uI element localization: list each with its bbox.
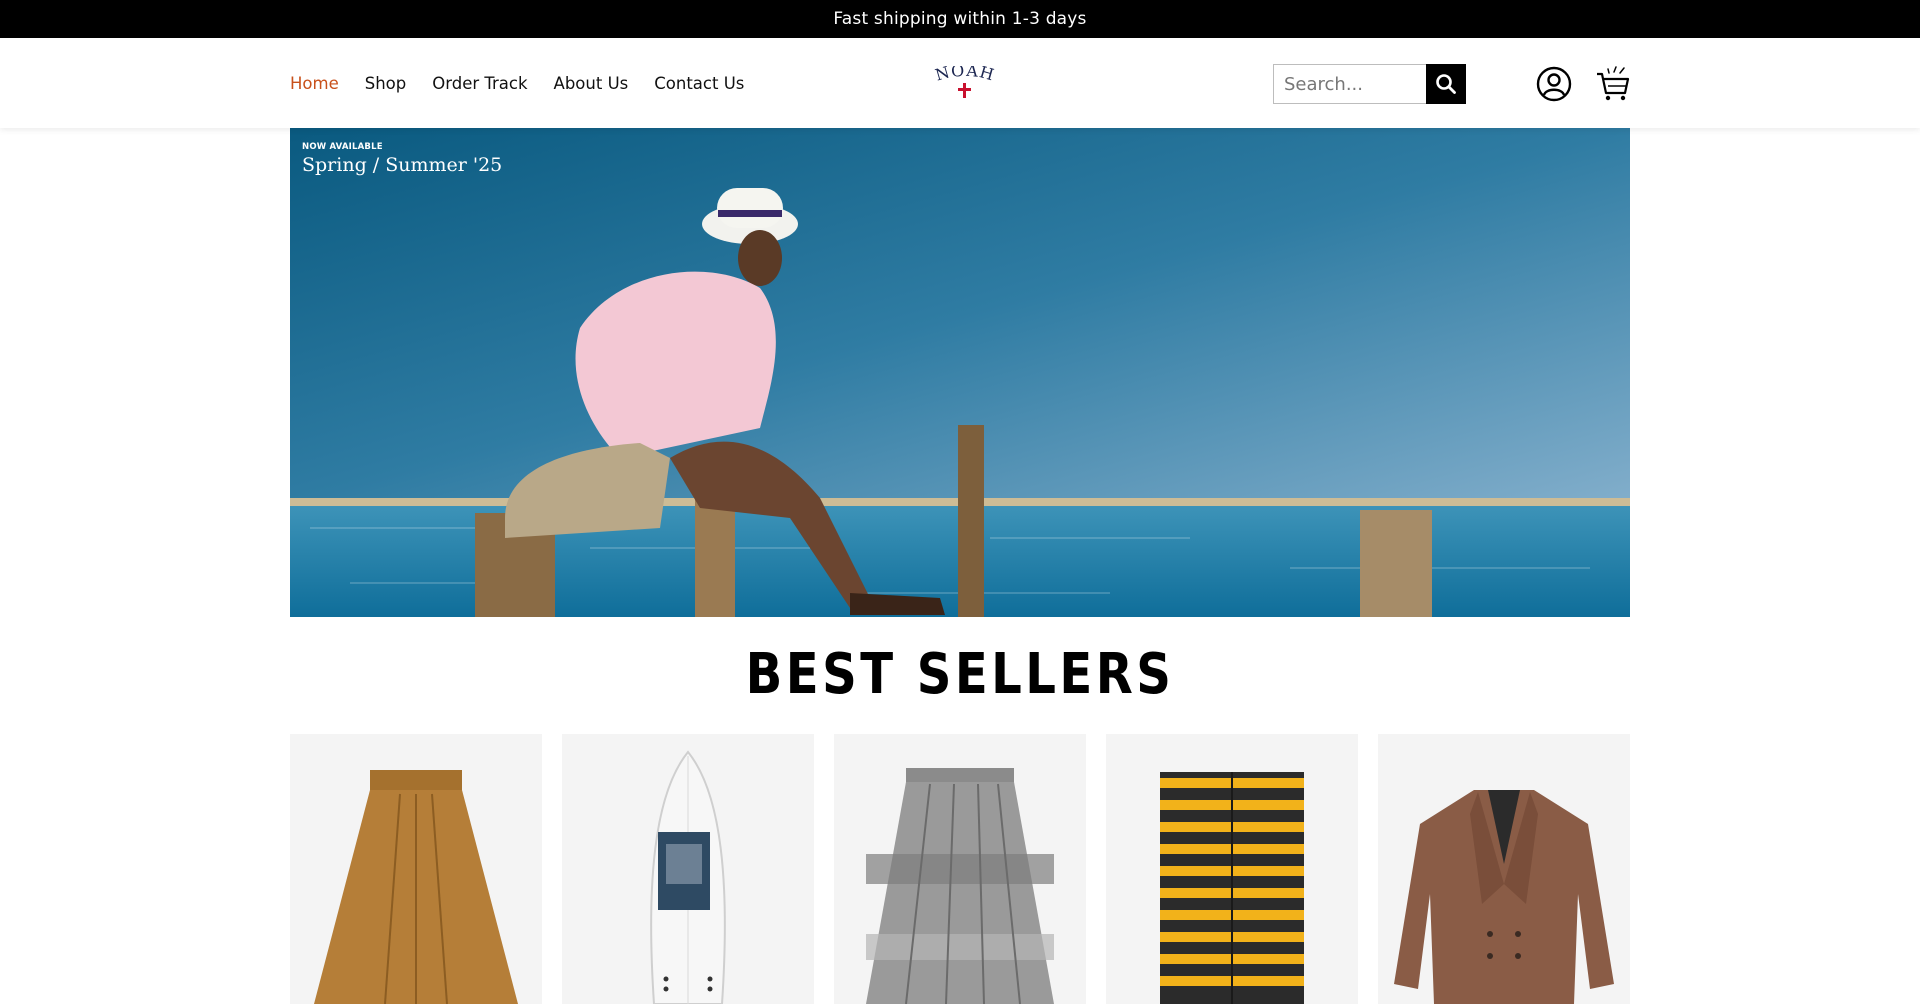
product-card[interactable] bbox=[290, 734, 542, 1004]
brand-logo[interactable]: NOAH bbox=[930, 61, 1000, 100]
announcement-bar: Fast shipping within 1-3 days bbox=[0, 0, 1920, 38]
logo-text: NOAH bbox=[933, 61, 996, 85]
user-icon bbox=[1536, 66, 1572, 102]
best-sellers-title: BEST SELLERS bbox=[745, 642, 1175, 707]
cart-icon bbox=[1597, 66, 1630, 101]
svg-text:NOAH: NOAH bbox=[933, 66, 997, 85]
product-card[interactable] bbox=[562, 734, 814, 1004]
plaid-skirt-image bbox=[866, 768, 1054, 1004]
surfboard-image bbox=[650, 750, 726, 1004]
search-input[interactable] bbox=[1273, 64, 1426, 104]
product-card[interactable] bbox=[834, 734, 1086, 1004]
account-button[interactable] bbox=[1536, 66, 1572, 102]
nav-about-us[interactable]: About Us bbox=[554, 74, 629, 93]
product-card[interactable] bbox=[1106, 734, 1358, 1004]
site-header: Home Shop Order Track About Us Contact U… bbox=[0, 38, 1920, 128]
main-nav: Home Shop Order Track About Us Contact U… bbox=[290, 38, 744, 128]
cart-button[interactable] bbox=[1596, 66, 1630, 102]
striped-scarf-image bbox=[1160, 772, 1304, 1004]
hero-title: Spring / Summer '25 bbox=[302, 154, 503, 176]
hero-badge: NOW AVAILABLE bbox=[302, 142, 383, 152]
hero-image bbox=[290, 128, 1630, 617]
nav-shop[interactable]: Shop bbox=[365, 74, 407, 93]
nav-order-track[interactable]: Order Track bbox=[432, 74, 527, 93]
search-bar bbox=[1273, 64, 1466, 104]
product-grid bbox=[290, 734, 1630, 1004]
brown-skirt-image bbox=[314, 770, 518, 1004]
cross-icon bbox=[958, 83, 971, 98]
search-icon bbox=[1436, 74, 1456, 94]
announcement-text: Fast shipping within 1-3 days bbox=[833, 9, 1087, 29]
nav-contact-us[interactable]: Contact Us bbox=[654, 74, 744, 93]
hero-banner[interactable]: NOW AVAILABLE Spring / Summer '25 bbox=[290, 128, 1630, 617]
product-card[interactable] bbox=[1378, 734, 1630, 1004]
brown-blazer-image bbox=[1394, 790, 1614, 1004]
nav-home[interactable]: Home bbox=[290, 74, 339, 93]
search-button[interactable] bbox=[1426, 64, 1466, 104]
